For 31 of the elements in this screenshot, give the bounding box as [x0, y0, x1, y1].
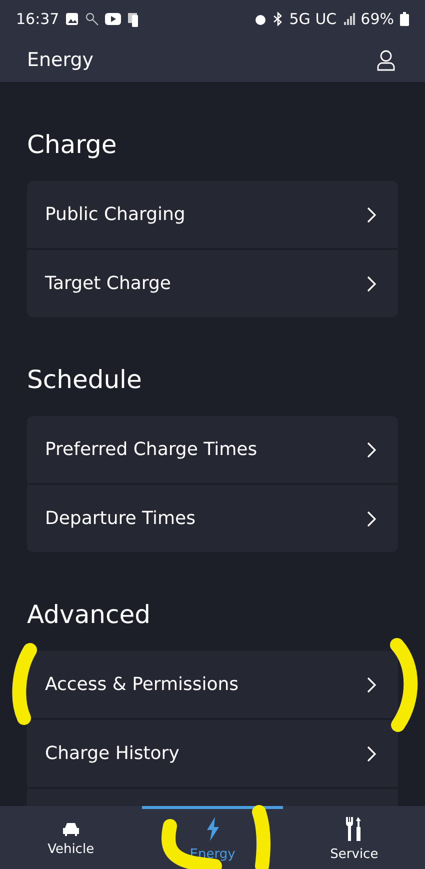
chevron-icon	[367, 676, 376, 692]
profile-icon[interactable]	[377, 50, 395, 70]
car-icon	[62, 822, 80, 836]
bluetooth-icon	[273, 12, 284, 26]
menu-item[interactable]: Charge History	[27, 718, 398, 787]
network-label: 5G UC	[289, 10, 337, 28]
menu-item[interactable]: Preferred Charge Times	[27, 416, 398, 483]
chevron-icon	[367, 510, 376, 526]
youtube-icon	[105, 13, 122, 25]
tools-icon	[345, 816, 364, 840]
status-time: 16:37	[16, 10, 60, 28]
chevron-icon	[367, 276, 376, 292]
section-title: Schedule	[27, 364, 143, 396]
menu-item[interactable]: Access & Permissions	[27, 651, 398, 718]
gallery-icon	[65, 12, 80, 26]
menu-item[interactable]: Departure Times	[27, 483, 398, 552]
menu-item[interactable]: Target Charge	[27, 248, 398, 317]
highlight-stroke	[252, 805, 271, 869]
chevron-icon	[367, 206, 376, 222]
chevron-icon	[367, 746, 376, 762]
page-title: Energy	[27, 49, 94, 71]
chevron-icon	[367, 442, 376, 458]
section-title: Advanced	[27, 599, 152, 631]
lightning-icon	[206, 816, 220, 840]
battery-percent: 69%	[360, 10, 394, 28]
battery-icon	[400, 12, 409, 26]
menu-item[interactable]: Public Charging	[27, 181, 398, 248]
signal-icon	[342, 13, 355, 25]
nav-tab[interactable]: Vehicle	[0, 806, 142, 869]
nav-tab[interactable]: Service	[283, 806, 425, 869]
section-title: Charge	[27, 129, 118, 161]
